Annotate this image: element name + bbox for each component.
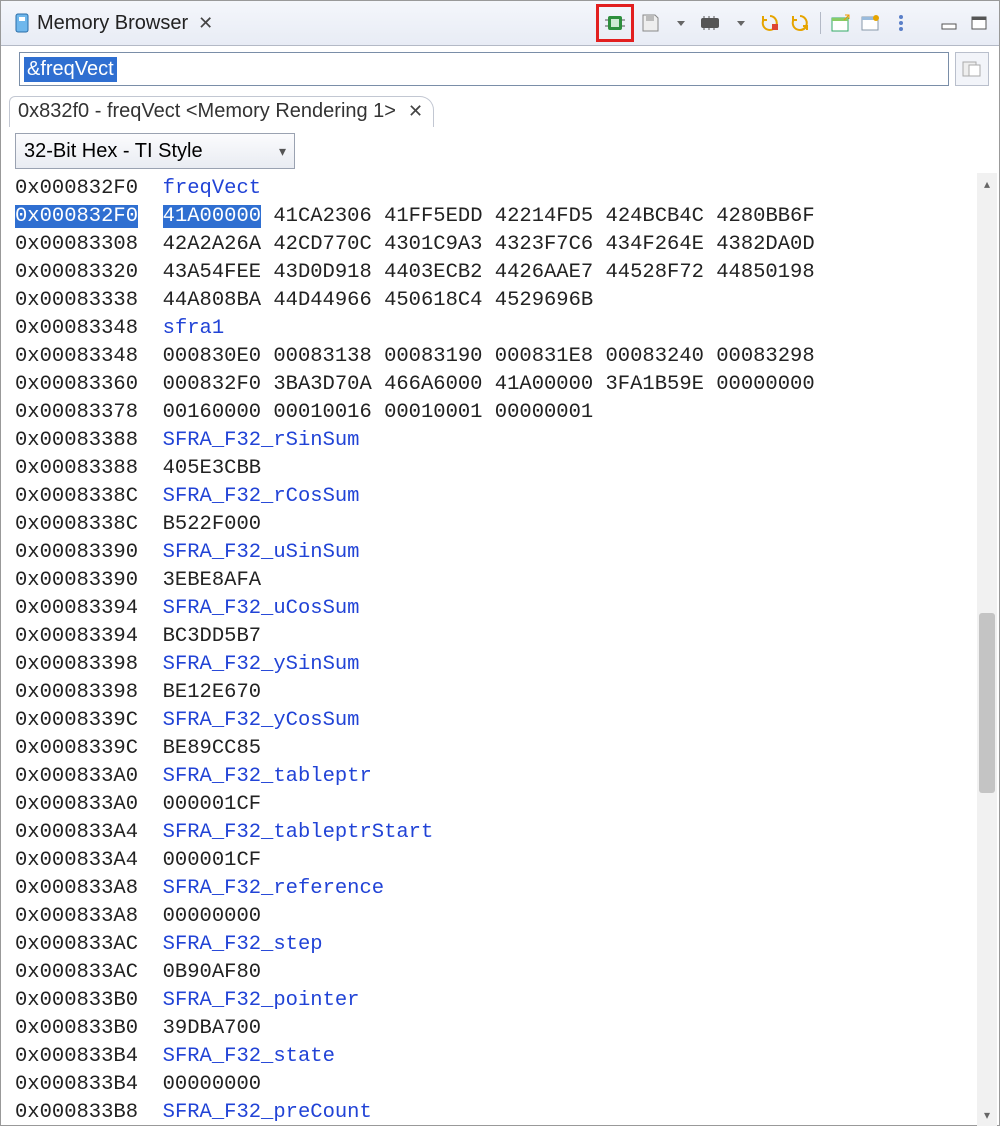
new-tab-icon[interactable] bbox=[827, 9, 855, 37]
address-input[interactable]: &freqVect bbox=[19, 52, 949, 86]
memory-icon bbox=[13, 13, 31, 33]
scroll-up-icon[interactable]: ▴ bbox=[977, 173, 997, 195]
save-memory-dropdown[interactable] bbox=[666, 9, 694, 37]
maximize-icon[interactable] bbox=[965, 9, 993, 37]
chip2-dropdown[interactable] bbox=[726, 9, 754, 37]
subtab-row: 0x832f0 - freqVect <Memory Rendering 1> … bbox=[1, 92, 999, 127]
format-select[interactable]: 32-Bit Hex - TI Style ▾ bbox=[15, 133, 295, 169]
format-value: 32-Bit Hex - TI Style bbox=[24, 140, 203, 163]
rendering-tab-label: 0x832f0 - freqVect <Memory Rendering 1> bbox=[18, 100, 396, 123]
more-icon[interactable] bbox=[887, 9, 915, 37]
chip-icon[interactable] bbox=[601, 9, 629, 37]
view-title: Memory Browser bbox=[37, 12, 188, 35]
scroll-thumb[interactable] bbox=[979, 613, 995, 793]
memory-view: 0x000832F0 freqVect 0x000832F0 41A00000 … bbox=[1, 173, 999, 1126]
rendering-tab[interactable]: 0x832f0 - freqVect <Memory Rendering 1> … bbox=[9, 96, 434, 127]
refresh-icon[interactable] bbox=[786, 9, 814, 37]
save-memory-button[interactable] bbox=[636, 9, 664, 37]
pin-icon[interactable] bbox=[857, 9, 885, 37]
go-button[interactable] bbox=[955, 52, 989, 86]
minimize-icon[interactable] bbox=[935, 9, 963, 37]
refresh-stop-icon[interactable] bbox=[756, 9, 784, 37]
scroll-down-icon[interactable]: ▾ bbox=[977, 1104, 997, 1126]
close-icon[interactable]: ✕ bbox=[198, 13, 213, 34]
vertical-scrollbar[interactable]: ▴ ▾ bbox=[977, 173, 997, 1126]
address-value: &freqVect bbox=[24, 57, 117, 82]
titlebar: Memory Browser ✕ bbox=[1, 1, 999, 46]
address-row: &freqVect bbox=[1, 46, 999, 92]
chevron-down-icon: ▾ bbox=[279, 143, 286, 160]
view-tab[interactable]: Memory Browser ✕ bbox=[7, 8, 219, 39]
chip2-icon[interactable] bbox=[696, 9, 724, 37]
format-row: 32-Bit Hex - TI Style ▾ bbox=[1, 127, 999, 173]
memory-content[interactable]: 0x000832F0 freqVect 0x000832F0 41A00000 … bbox=[1, 173, 999, 1126]
load-program-highlight bbox=[596, 4, 634, 42]
toolbar-separator bbox=[820, 12, 821, 34]
close-icon[interactable]: ✕ bbox=[408, 101, 423, 122]
